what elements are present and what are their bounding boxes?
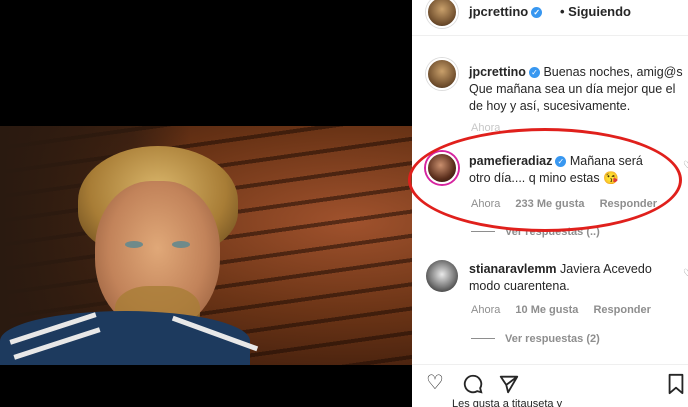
caption-text-2: Que mañana sea un día mejor que el xyxy=(469,82,676,96)
caption-text-3: de hoy y así, sucesivamente. xyxy=(469,99,631,113)
comment-icon-svg xyxy=(463,374,483,394)
photo-jacket xyxy=(0,311,250,365)
comment-likes-count[interactable]: 10 Me gusta xyxy=(515,304,578,316)
comment-text-2: otro día.... q mino estas 😘 xyxy=(469,171,619,185)
photo-eye-right xyxy=(172,241,190,248)
caption-time[interactable]: Ahora xyxy=(471,122,500,134)
comment-avatar[interactable] xyxy=(426,152,458,184)
comment-text-1: Mañana será xyxy=(569,154,643,168)
comment-line-1: pamefieradiaz ✓ Mañana será xyxy=(469,153,643,170)
comment-text-1: Javiera Acevedo xyxy=(560,262,652,276)
caption-username[interactable]: jpcrettino xyxy=(469,65,526,79)
paper-plane-icon[interactable] xyxy=(498,373,520,399)
caption-line-1: jpcrettino ✓ Buenas noches, amig@s xyxy=(469,64,683,81)
verified-badge-icon: ✓ xyxy=(528,67,540,78)
replies-dash xyxy=(471,231,495,232)
verified-badge-icon: ✓ xyxy=(555,156,567,167)
author-username[interactable]: jpcrettino xyxy=(469,4,528,19)
caption-text-1: Buenas noches, amig@s xyxy=(543,65,683,79)
view-replies-button[interactable]: Ver respuestas (..) xyxy=(471,226,600,238)
post-header: jpcrettino ✓ • Siguiendo xyxy=(412,0,688,36)
bookmark-icon[interactable] xyxy=(666,373,686,399)
comment-like-heart-icon[interactable]: ♡ xyxy=(683,268,688,279)
comment-reply-button[interactable]: Responder xyxy=(600,198,657,210)
comment-meta: Ahora 10 Me gusta Responder xyxy=(471,304,663,316)
caption: jpcrettino ✓ Buenas noches, amig@s Que ma… xyxy=(412,58,688,134)
view-replies-label[interactable]: Ver respuestas (2) xyxy=(505,333,600,345)
bookmark-icon-svg xyxy=(668,373,684,395)
comment-time[interactable]: Ahora xyxy=(471,304,500,316)
comment-likes-count[interactable]: 233 Me gusta xyxy=(515,198,584,210)
author-username-row[interactable]: jpcrettino ✓ xyxy=(469,4,543,19)
comment-time[interactable]: Ahora xyxy=(471,198,500,210)
comment-like-heart-icon[interactable]: ♡ xyxy=(683,160,688,171)
comment-item: pamefieradiaz ✓ Mañana será otro día.... … xyxy=(412,150,688,240)
post-media[interactable] xyxy=(0,0,412,407)
comment-meta: Ahora 233 Me gusta Responder xyxy=(471,198,669,210)
comment-reply-button[interactable]: Responder xyxy=(593,304,650,316)
comment-username[interactable]: pamefieradiaz xyxy=(469,154,552,168)
caption-avatar[interactable] xyxy=(426,58,458,90)
comment-avatar[interactable] xyxy=(426,260,458,292)
author-avatar[interactable] xyxy=(426,0,458,28)
post-photo[interactable] xyxy=(0,126,412,365)
post-side-panel: jpcrettino ✓ • Siguiendo jpcrettino ✓ Buen… xyxy=(412,0,688,407)
caption-meta: Ahora xyxy=(471,122,512,134)
comment-line-1: stianaravlemm Javiera Acevedo xyxy=(469,261,652,278)
comment-item: stianaravlemm Javiera Acevedo modo cuare… xyxy=(412,258,688,350)
view-replies-button[interactable]: Ver respuestas (2) xyxy=(471,333,600,345)
heart-icon[interactable]: ♡ xyxy=(426,373,444,393)
photo-eye-left xyxy=(125,241,143,248)
comment-text-2: modo cuarentena. xyxy=(469,279,570,293)
likes-summary[interactable]: Les gusta a titauseta y xyxy=(452,398,562,407)
comment-icon[interactable] xyxy=(462,373,484,399)
verified-badge-icon: ✓ xyxy=(531,7,543,18)
replies-dash xyxy=(471,338,495,339)
follow-status[interactable]: • Siguiendo xyxy=(560,4,631,19)
paper-plane-icon-svg xyxy=(499,375,519,394)
comment-username[interactable]: stianaravlemm xyxy=(469,262,557,276)
view-replies-label[interactable]: Ver respuestas (..) xyxy=(505,226,600,238)
